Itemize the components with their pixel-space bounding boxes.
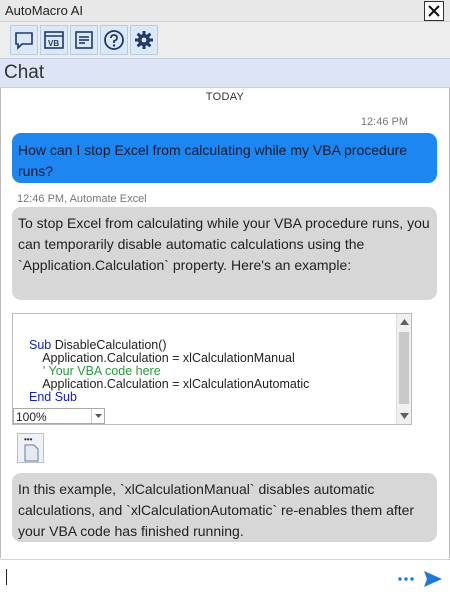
text-caret	[6, 569, 7, 585]
chat-button[interactable]	[10, 25, 38, 55]
code-scrollbar[interactable]	[396, 314, 411, 424]
ellipsis-icon	[398, 577, 414, 581]
date-divider: TODAY	[205, 91, 245, 103]
code-line-1: DisableCalculation()	[54, 338, 167, 352]
help-button[interactable]	[100, 25, 128, 55]
caret-down-icon	[94, 414, 102, 418]
window-title: AutoMacro AI	[5, 3, 84, 18]
more-options-button[interactable]	[397, 568, 415, 588]
scroll-down-arrow[interactable]	[397, 408, 411, 424]
code-keyword: Sub	[29, 338, 55, 352]
title-bar: AutoMacro AI	[0, 0, 450, 22]
code-block[interactable]: Sub DisableCalculation() Application.Cal…	[12, 313, 412, 425]
bot-message: To stop Excel from calculating while you…	[12, 207, 437, 300]
bot-message-meta: 12:46 PM, Automate Excel	[17, 193, 147, 205]
settings-icon	[135, 31, 153, 49]
help-icon	[104, 30, 124, 50]
insert-code-button[interactable]: •••	[17, 433, 44, 463]
scroll-up-arrow[interactable]	[397, 314, 411, 330]
chevron-down-icon	[399, 413, 409, 419]
bot-message: In this example, `xlCalculationManual` d…	[12, 473, 437, 542]
snippets-icon	[75, 31, 93, 49]
zoom-dropdown-arrow[interactable]	[91, 409, 104, 423]
close-button[interactable]	[424, 1, 444, 21]
page-title: Chat	[4, 62, 45, 83]
chat-header: Chat	[0, 58, 450, 88]
user-message: How can I stop Excel from calculating wh…	[12, 133, 437, 183]
message-input[interactable]	[0, 559, 450, 599]
code-end-keyword: End Sub	[29, 390, 77, 404]
scroll-thumb[interactable]	[399, 332, 409, 404]
code-comment: ' Your VBA code here	[29, 364, 161, 378]
chat-icon	[15, 32, 33, 50]
send-button[interactable]	[423, 569, 443, 589]
zoom-dropdown[interactable]: 100%	[13, 408, 105, 424]
document-icon: •••	[24, 435, 39, 462]
code-line-2: Application.Calculation = xlCalculationM…	[29, 351, 295, 365]
code-line-4: Application.Calculation = xlCalculationA…	[29, 377, 310, 391]
toolbar: VB	[0, 22, 450, 58]
close-icon	[428, 5, 440, 17]
snippets-button[interactable]	[70, 25, 98, 55]
settings-button[interactable]	[130, 25, 158, 55]
vb-editor-icon: VB	[44, 31, 64, 49]
send-icon	[424, 571, 442, 587]
vb-editor-button[interactable]: VB	[40, 25, 68, 55]
user-message-time: 12:46 PM	[360, 116, 408, 128]
copy-dots: •••	[24, 435, 33, 444]
zoom-value: 100%	[16, 410, 47, 424]
chevron-up-icon	[399, 319, 409, 325]
vb-icon-label: VB	[48, 39, 59, 48]
code-content[interactable]: Sub DisableCalculation() Application.Cal…	[29, 326, 309, 404]
